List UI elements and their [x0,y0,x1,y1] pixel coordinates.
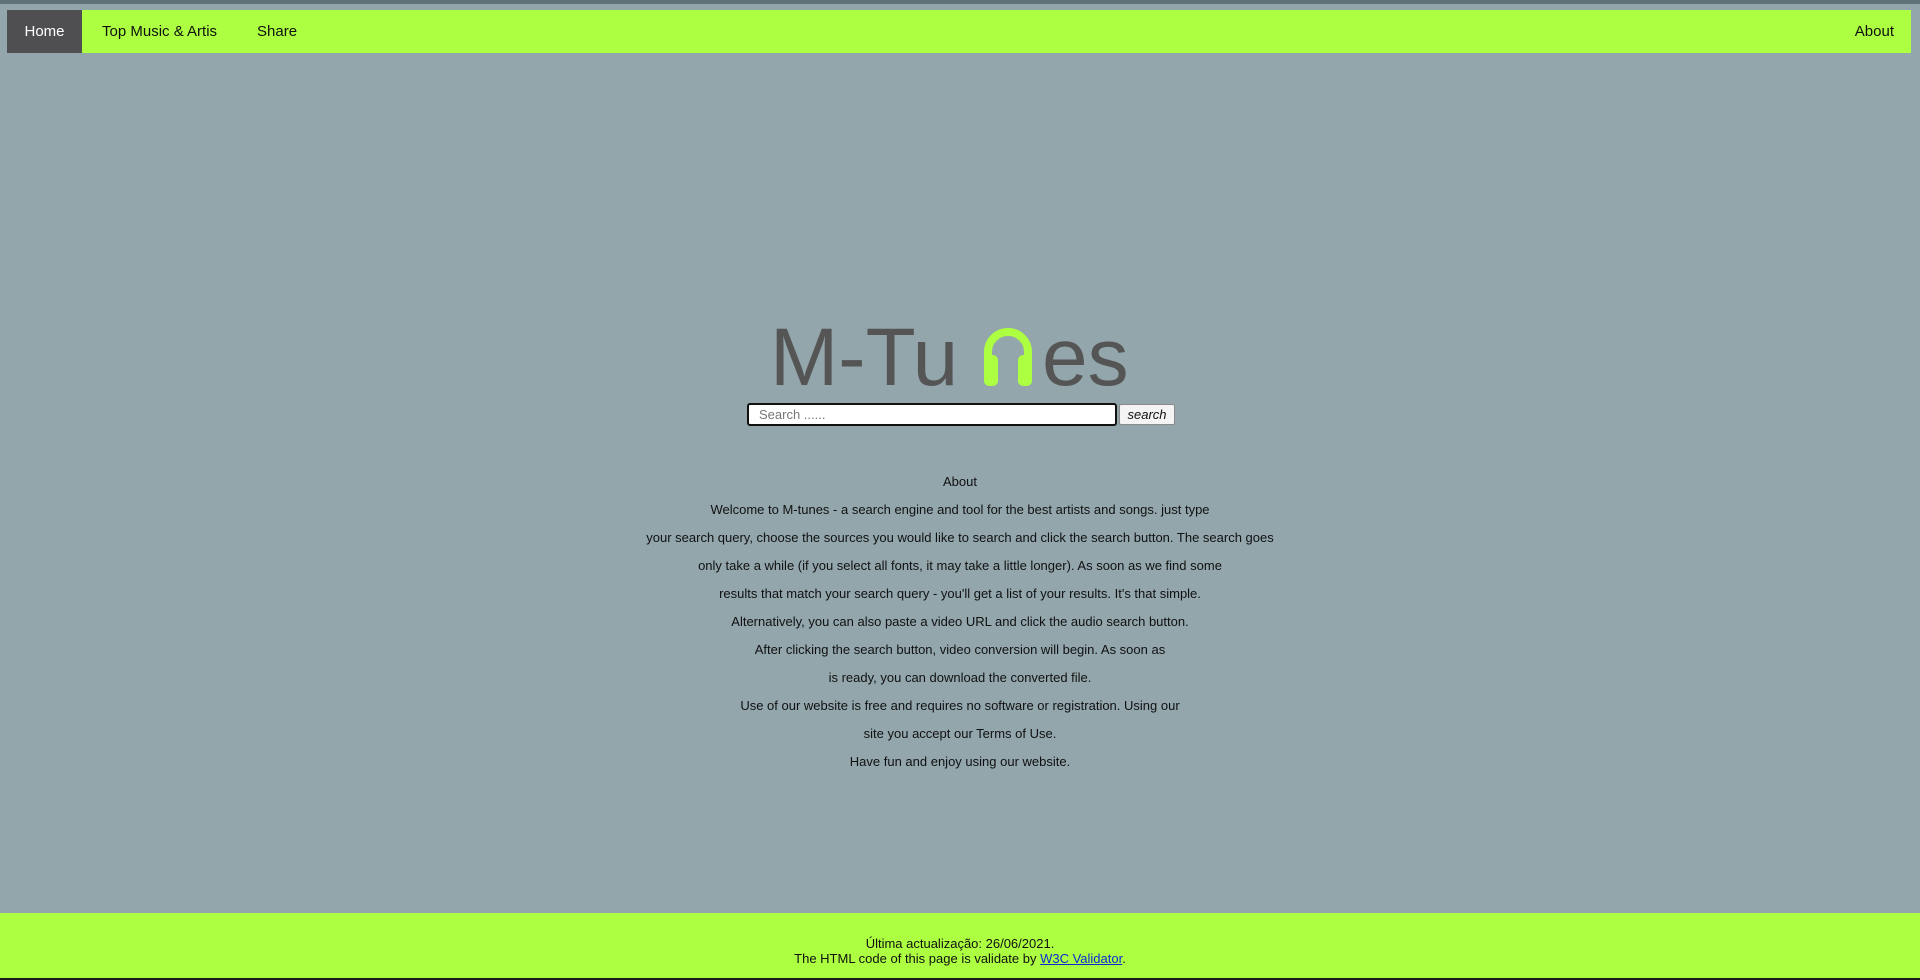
top-navigation: Home Top Music & Artis Share About [7,10,1911,53]
about-line: Use of our website is free and requires … [740,698,1180,713]
headphones-icon [984,328,1032,386]
nav-top-music[interactable]: Top Music & Artis [82,10,237,53]
about-line: Alternatively, you can also paste a vide… [731,614,1189,629]
nav-about[interactable]: About [1835,10,1911,53]
validation-prefix: The HTML code of this page is validate b… [794,951,1041,966]
about-section: About Welcome to M-tunes - a search engi… [0,471,1920,779]
about-line: results that match your search query - y… [719,586,1201,601]
validation-suffix: . [1122,951,1126,966]
about-heading: About [943,474,977,489]
about-line: Welcome to M-tunes - a search engine and… [710,502,1210,517]
logo-left-text: M-Tu [770,312,958,392]
footer: Última actualização: 26/06/2021. The HTM… [0,913,1920,978]
about-line: only take a while (if you select all fon… [698,558,1222,573]
search-button[interactable]: search [1119,404,1175,425]
logo-right-text: es [1042,312,1129,392]
about-line: Have fun and enjoy using our website. [849,754,1071,769]
validation-note: The HTML code of this page is validate b… [0,951,1920,966]
top-border [0,0,1920,4]
search-input[interactable] [747,403,1117,426]
last-update-text: Última actualização: 26/06/2021. [865,936,1055,951]
nav-share[interactable]: Share [237,10,317,53]
nav-home[interactable]: Home [7,10,82,53]
about-line: site you accept our Terms of Use. [863,726,1057,741]
about-line: your search query, choose the sources yo… [646,530,1274,545]
search-bar: search [747,403,1175,426]
about-line: After clicking the search button, video … [754,642,1166,657]
m-tunes-logo: M-Tu es [770,312,1129,392]
w3c-validator-link[interactable]: W3C Validator [1040,951,1122,966]
about-line: is ready, you can download the converted… [828,670,1092,685]
